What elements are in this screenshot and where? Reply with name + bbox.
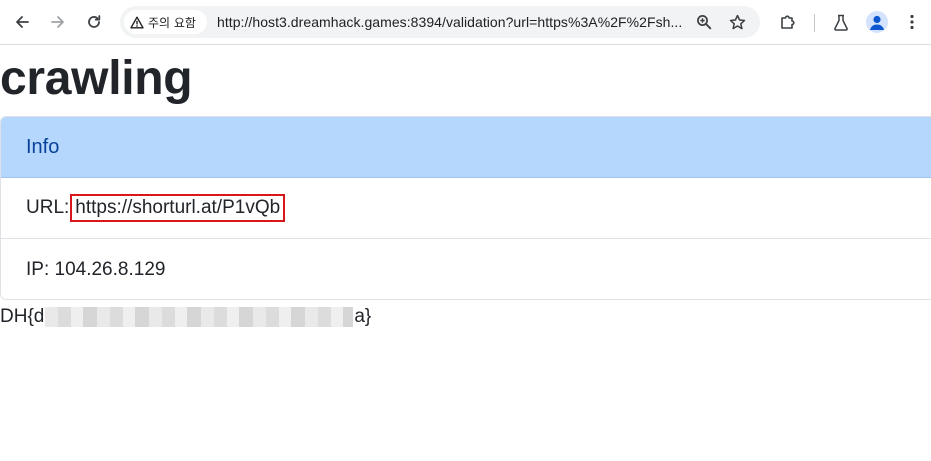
redacted-flag — [45, 307, 354, 327]
url-text[interactable]: http://host3.dreamhack.games:8394/valida… — [217, 14, 687, 32]
info-card: Info URL: https://shorturl.at/P1vQb IP: … — [0, 116, 931, 300]
security-chip-label: 주의 요함 — [148, 15, 196, 30]
labs-button[interactable] — [827, 8, 855, 36]
warning-icon — [130, 16, 144, 28]
more-menu-icon — [910, 14, 914, 30]
page-title: crawling — [0, 52, 193, 105]
reload-icon — [88, 15, 101, 28]
ip-row: IP: 104.26.8.129 — [1, 239, 931, 299]
url-label: URL: — [26, 197, 70, 218]
person-icon — [870, 15, 884, 30]
flag-line: DH{d a} — [0, 305, 371, 329]
security-chip[interactable]: 주의 요함 — [124, 10, 207, 34]
browser-toolbar: 주의 요함 http://host3.dreamhack.games:8394/… — [0, 0, 931, 45]
url-value: https://shorturl.at/P1vQb — [75, 197, 281, 218]
ip-text: IP: 104.26.8.129 — [26, 258, 166, 280]
reload-button[interactable] — [80, 8, 108, 36]
url-row: URL: https://shorturl.at/P1vQb — [1, 178, 931, 239]
address-bar[interactable]: 주의 요함 http://host3.dreamhack.games:8394/… — [120, 6, 760, 38]
back-arrow-icon — [16, 16, 29, 28]
forward-button[interactable] — [44, 8, 72, 36]
flag-suffix: a} — [354, 306, 372, 327]
zoom-button[interactable] — [694, 12, 714, 32]
toolbar-separator — [814, 14, 815, 32]
back-button[interactable] — [8, 8, 36, 36]
bookmark-button[interactable] — [727, 12, 747, 32]
forward-arrow-icon — [51, 16, 64, 28]
profile-avatar-icon[interactable] — [866, 11, 888, 33]
url-value-highlight: https://shorturl.at/P1vQb — [70, 194, 286, 222]
bookmark-star-icon — [729, 14, 745, 29]
zoom-icon — [697, 15, 712, 30]
more-menu-button[interactable] — [898, 8, 926, 36]
labs-flask-icon — [834, 14, 848, 31]
card-header: Info — [1, 117, 931, 178]
extensions-button[interactable] — [774, 8, 802, 36]
extensions-icon — [781, 15, 795, 29]
flag-prefix: DH{d — [0, 306, 45, 327]
